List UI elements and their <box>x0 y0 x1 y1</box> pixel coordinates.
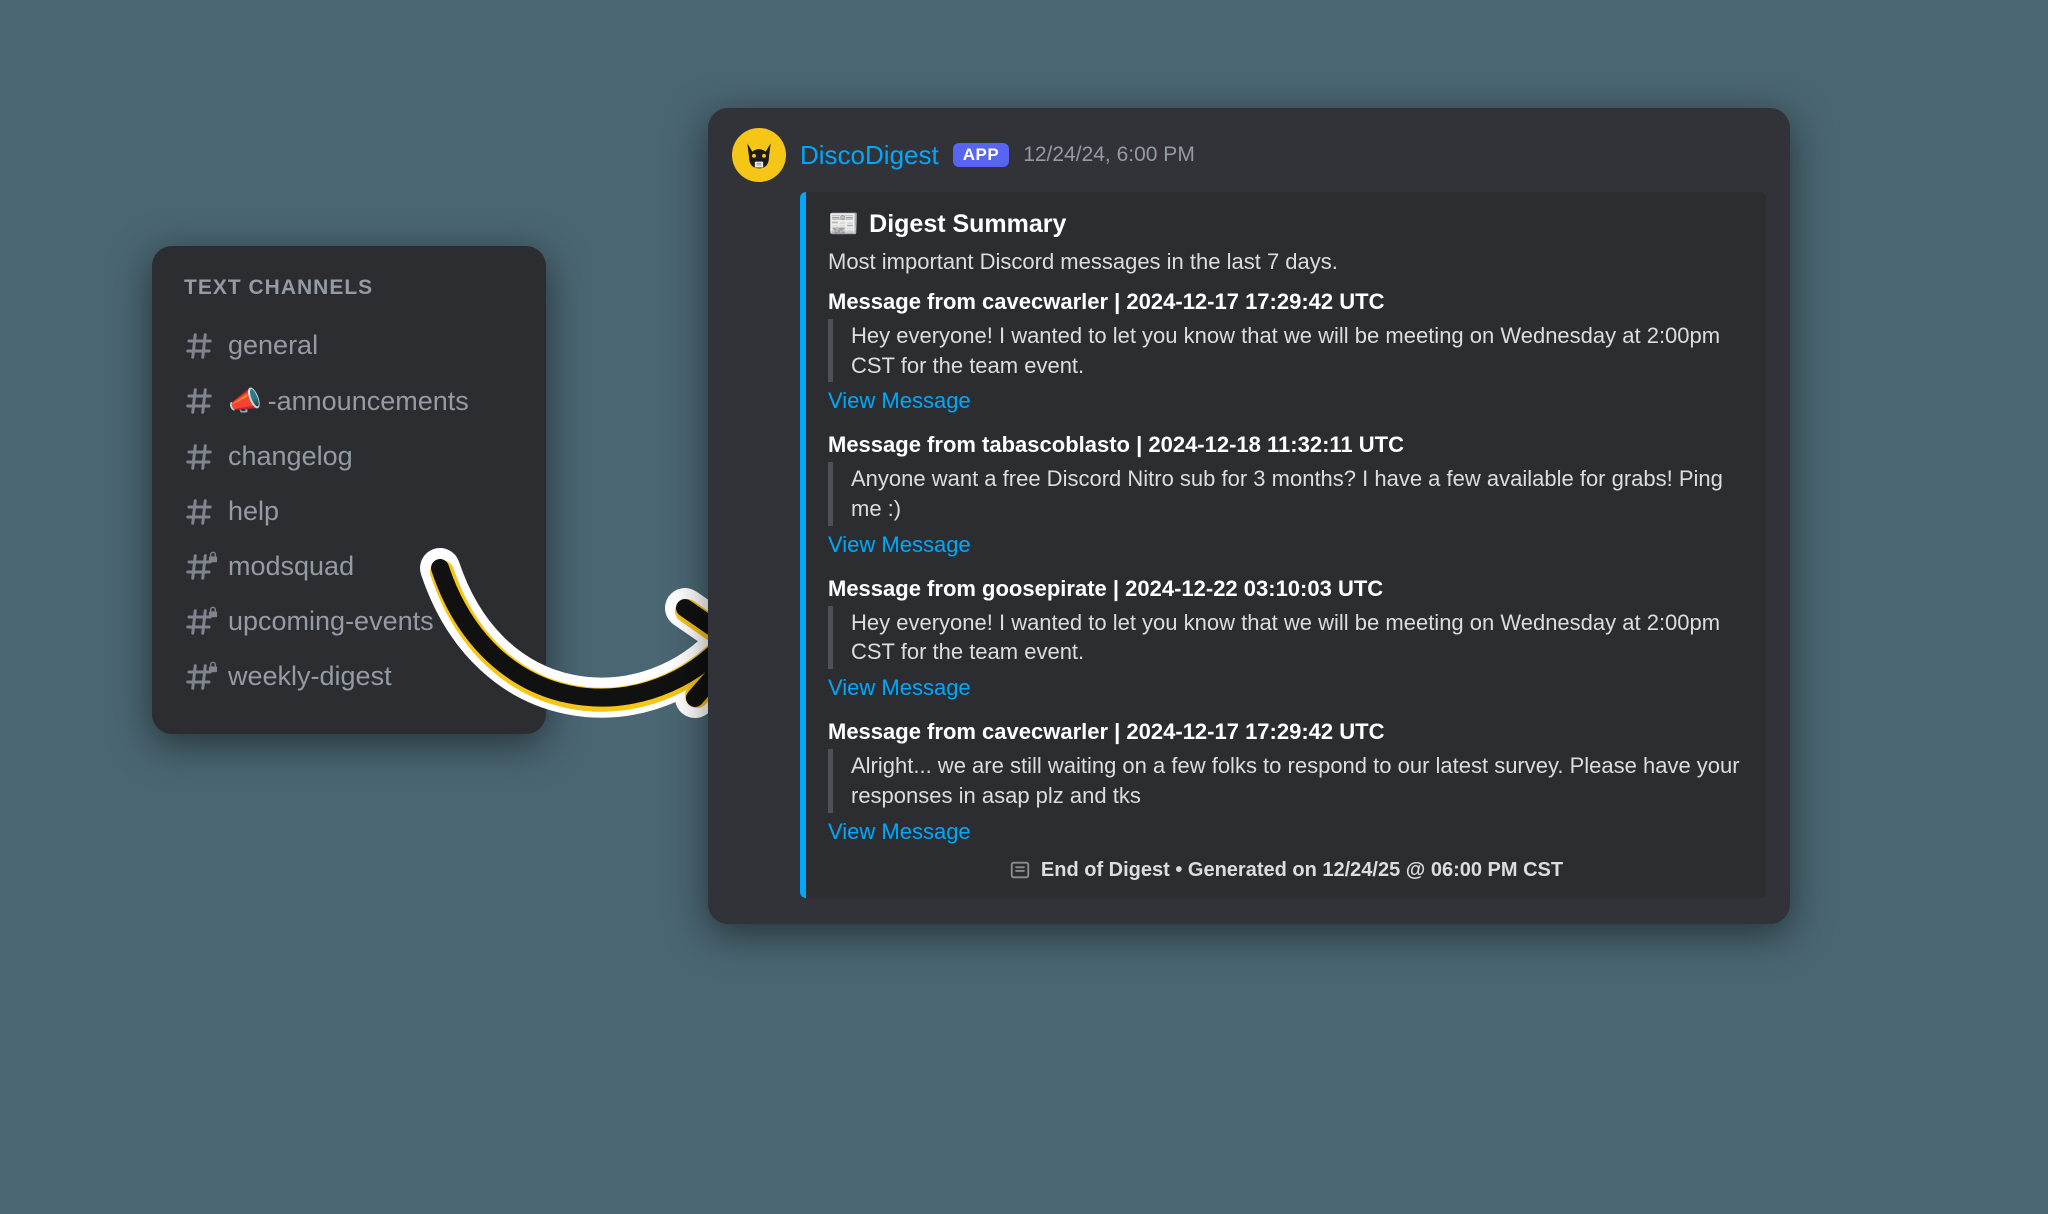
view-message-link[interactable]: View Message <box>828 819 1744 845</box>
channel-item-general[interactable]: general <box>176 318 526 373</box>
channel-name: changelog <box>228 441 353 472</box>
channel-item-help[interactable]: help <box>176 484 526 539</box>
channel-list: general 📣-announcements changelog help m… <box>176 318 526 704</box>
digest-items: Message from cavecwarler | 2024-12-17 17… <box>828 289 1744 845</box>
hash-lock-icon <box>184 662 214 692</box>
newspaper-small-icon <box>1009 859 1031 881</box>
digest-item-head: Message from cavecwarler | 2024-12-17 17… <box>828 289 1744 315</box>
channel-item-modsquad[interactable]: modsquad <box>176 539 526 594</box>
digest-item: Message from cavecwarler | 2024-12-17 17… <box>828 289 1744 414</box>
view-message-link[interactable]: View Message <box>828 532 1744 558</box>
channel-item-upcomingevents[interactable]: upcoming-events <box>176 594 526 649</box>
channel-list-panel: TEXT CHANNELS general 📣-announcements ch… <box>152 246 546 734</box>
digest-embed: 📰 Digest Summary Most important Discord … <box>800 192 1766 898</box>
channel-item-weeklydigest[interactable]: weekly-digest <box>176 649 526 704</box>
digest-item-body: Anyone want a free Discord Nitro sub for… <box>828 462 1744 525</box>
embed-subtitle: Most important Discord messages in the l… <box>828 249 1744 275</box>
digest-item-head: Message from tabascoblasto | 2024-12-18 … <box>828 432 1744 458</box>
channel-list-header: TEXT CHANNELS <box>176 276 526 300</box>
channel-name: general <box>228 330 318 361</box>
cat-avatar-icon <box>739 135 779 175</box>
digest-item-body: Hey everyone! I wanted to let you know t… <box>828 606 1744 669</box>
channel-item-changelog[interactable]: changelog <box>176 429 526 484</box>
bot-avatar[interactable] <box>732 128 786 182</box>
digest-item-head: Message from cavecwarler | 2024-12-17 17… <box>828 719 1744 745</box>
newspaper-icon: 📰 <box>828 210 859 239</box>
hash-lock-icon <box>184 552 214 582</box>
view-message-link[interactable]: View Message <box>828 388 1744 414</box>
message-timestamp: 12/24/24, 6:00 PM <box>1023 143 1195 167</box>
digest-item-body: Alright... we are still waiting on a few… <box>828 749 1744 812</box>
megaphone-icon: 📣 <box>228 385 262 417</box>
digest-item-body: Hey everyone! I wanted to let you know t… <box>828 319 1744 382</box>
hash-icon <box>184 442 214 472</box>
channel-name: modsquad <box>228 551 354 582</box>
hash-icon <box>184 497 214 527</box>
channel-item-announcements[interactable]: 📣-announcements <box>176 373 526 429</box>
digest-item: Message from tabascoblasto | 2024-12-18 … <box>828 432 1744 557</box>
digest-message-panel: DiscoDigest APP 12/24/24, 6:00 PM 📰 Dige… <box>708 108 1790 924</box>
app-badge: APP <box>953 143 1009 167</box>
embed-footer: End of Digest • Generated on 12/24/25 @ … <box>828 859 1744 882</box>
embed-footer-text: End of Digest • Generated on 12/24/25 @ … <box>1041 859 1563 882</box>
channel-name: help <box>228 496 279 527</box>
channel-name: weekly-digest <box>228 661 392 692</box>
digest-item: Message from goosepirate | 2024-12-22 03… <box>828 576 1744 701</box>
hash-icon <box>184 331 214 361</box>
digest-item-head: Message from goosepirate | 2024-12-22 03… <box>828 576 1744 602</box>
hash-icon <box>184 386 214 416</box>
channel-name: 📣-announcements <box>228 385 469 417</box>
embed-title: 📰 Digest Summary <box>828 210 1744 239</box>
hash-lock-icon <box>184 607 214 637</box>
digest-item: Message from cavecwarler | 2024-12-17 17… <box>828 719 1744 844</box>
channel-name: upcoming-events <box>228 606 434 637</box>
message-header: DiscoDigest APP 12/24/24, 6:00 PM <box>732 128 1766 182</box>
bot-username[interactable]: DiscoDigest <box>800 140 939 171</box>
embed-title-text: Digest Summary <box>869 210 1066 239</box>
view-message-link[interactable]: View Message <box>828 675 1744 701</box>
